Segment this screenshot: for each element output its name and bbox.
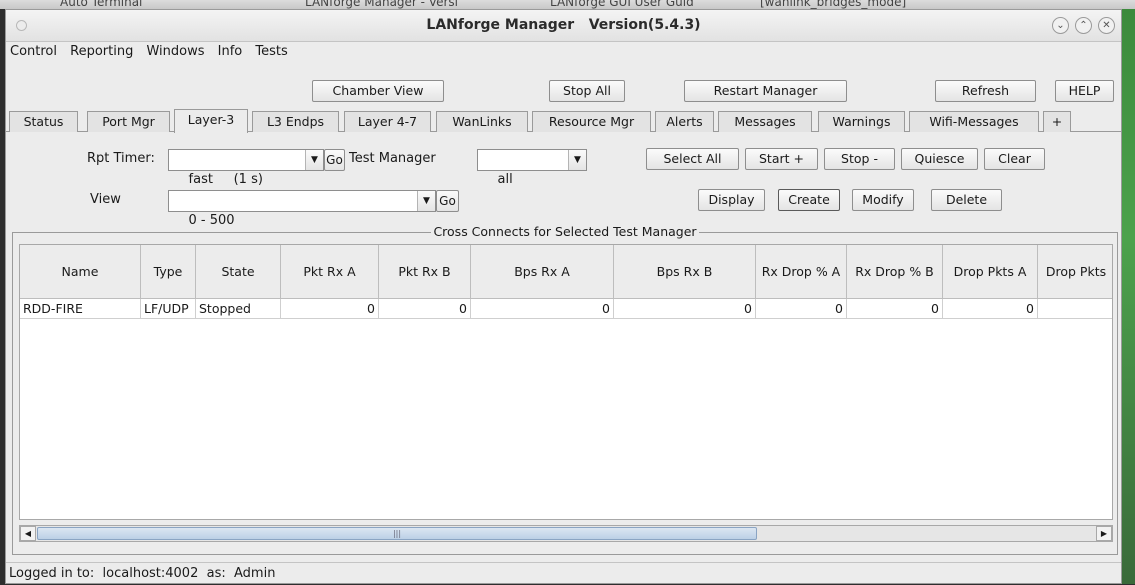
scrollbar-thumb[interactable]: ||| xyxy=(37,527,757,540)
status-bar: Logged in to: localhost:4002 as: Admin xyxy=(6,562,1121,584)
column-header-drop-pkts[interactable]: Drop Pkts xyxy=(1038,245,1112,299)
menu-info[interactable]: Info xyxy=(218,44,243,59)
help-button[interactable]: HELP xyxy=(1055,80,1114,102)
delete-button[interactable]: Delete xyxy=(931,189,1002,211)
minimize-icon[interactable]: ⌄ xyxy=(1052,17,1069,34)
view-go-button[interactable]: Go xyxy=(436,190,459,212)
cross-connects-table: Name Type State Pkt Rx A Pkt Rx B Bps Rx… xyxy=(19,244,1113,520)
menu-bar: Control Reporting Windows Info Tests xyxy=(6,42,1121,62)
tab-port-mgr[interactable]: Port Mgr xyxy=(87,111,170,132)
column-header-state[interactable]: State xyxy=(196,245,281,299)
taskbar-item-wanlink[interactable]: [wanlink_bridges_mode] xyxy=(760,0,906,9)
close-icon[interactable]: ✕ xyxy=(1098,17,1115,34)
cross-connects-group: Cross Connects for Selected Test Manager… xyxy=(12,224,1118,555)
rpt-timer-go-button[interactable]: Go xyxy=(324,149,345,171)
table-row-rx-drop-b[interactable]: 0 xyxy=(847,299,943,319)
column-header-name[interactable]: Name xyxy=(20,245,141,299)
menu-windows[interactable]: Windows xyxy=(146,44,204,59)
refresh-button[interactable]: Refresh xyxy=(935,80,1036,102)
column-header-bps-rx-b[interactable]: Bps Rx B xyxy=(614,245,756,299)
table-row-drop-pkts[interactable] xyxy=(1038,299,1112,319)
tab-layer-3[interactable]: Layer-3 xyxy=(174,109,248,133)
column-header-bps-rx-a[interactable]: Bps Rx A xyxy=(471,245,614,299)
tab-bar: Status Port Mgr Layer-3 L3 Endps Layer 4… xyxy=(6,109,1121,133)
column-header-rx-drop-a[interactable]: Rx Drop % A xyxy=(756,245,847,299)
chamber-view-button[interactable]: Chamber View xyxy=(312,80,444,102)
quiesce-button[interactable]: Quiesce xyxy=(901,148,978,170)
tab-wanlinks[interactable]: WanLinks xyxy=(436,111,528,132)
table-row-bps-rx-b[interactable]: 0 xyxy=(614,299,756,319)
start-button[interactable]: Start + xyxy=(745,148,818,170)
taskbar-item-terminal[interactable]: Auto Terminal xyxy=(60,0,142,9)
menu-control[interactable]: Control xyxy=(10,44,57,59)
table-row-type[interactable]: LF/UDP xyxy=(141,299,196,319)
tab-messages[interactable]: Messages xyxy=(718,111,812,132)
chevron-down-icon: ▼ xyxy=(568,150,586,170)
clear-button[interactable]: Clear xyxy=(984,148,1045,170)
modify-button[interactable]: Modify xyxy=(852,189,914,211)
display-button[interactable]: Display xyxy=(698,189,765,211)
stop-all-button[interactable]: Stop All xyxy=(549,80,625,102)
horizontal-scrollbar[interactable]: ◀ ||| ▶ xyxy=(19,525,1113,542)
tab-add[interactable]: + xyxy=(1043,111,1071,132)
table-row-rx-drop-a[interactable]: 0 xyxy=(756,299,847,319)
scroll-left-icon[interactable]: ◀ xyxy=(20,526,36,541)
stop-button[interactable]: Stop - xyxy=(824,148,895,170)
restart-manager-button[interactable]: Restart Manager xyxy=(684,80,847,102)
rpt-timer-value: fast (1 s) xyxy=(188,172,263,187)
group-title: Cross Connects for Selected Test Manager xyxy=(431,224,699,239)
table-row-pkt-rx-a[interactable]: 0 xyxy=(281,299,379,319)
desktop-taskbar: Auto Terminal LANforge Manager - Versi L… xyxy=(0,0,1135,9)
lanforge-manager-window: LANforge Manager Version(5.4.3) ⌄ ⌃ ✕ Co… xyxy=(5,9,1122,584)
rpt-timer-label: Rpt Timer: xyxy=(87,151,155,166)
taskbar-item-lanforge-manager[interactable]: LANforge Manager - Versi xyxy=(305,0,458,9)
tab-warnings[interactable]: Warnings xyxy=(818,111,905,132)
column-header-rx-drop-b[interactable]: Rx Drop % B xyxy=(847,245,943,299)
menu-reporting[interactable]: Reporting xyxy=(70,44,133,59)
menu-tests[interactable]: Tests xyxy=(255,44,287,59)
tab-status[interactable]: Status xyxy=(9,111,78,132)
tab-layer-4-7[interactable]: Layer 4-7 xyxy=(344,111,431,132)
title-bar[interactable]: LANforge Manager Version(5.4.3) ⌄ ⌃ ✕ xyxy=(6,10,1121,42)
desktop-background xyxy=(1122,9,1135,584)
table-row-bps-rx-a[interactable]: 0 xyxy=(471,299,614,319)
taskbar-item-user-guide[interactable]: LANforge GUI User Guid xyxy=(550,0,694,9)
tab-alerts[interactable]: Alerts xyxy=(655,111,714,132)
rpt-timer-select[interactable]: fast (1 s) ▼ xyxy=(168,149,324,187)
scroll-right-icon[interactable]: ▶ xyxy=(1096,526,1112,541)
test-manager-value: all xyxy=(497,172,513,187)
login-status: Logged in to: localhost:4002 as: Admin xyxy=(9,566,276,581)
chevron-down-icon: ▼ xyxy=(305,150,323,170)
select-all-button[interactable]: Select All xyxy=(646,148,739,170)
view-select[interactable]: 0 - 500 ▼ xyxy=(168,190,436,228)
test-manager-label: Test Manager xyxy=(349,151,436,166)
column-header-drop-pkts-a[interactable]: Drop Pkts A xyxy=(943,245,1038,299)
chevron-down-icon: ▼ xyxy=(417,191,435,211)
column-header-pkt-rx-a[interactable]: Pkt Rx A xyxy=(281,245,379,299)
tab-l3-endps[interactable]: L3 Endps xyxy=(252,111,339,132)
table-row-state[interactable]: Stopped xyxy=(196,299,281,319)
table-row-pkt-rx-b[interactable]: 0 xyxy=(379,299,471,319)
view-label: View xyxy=(90,192,121,207)
create-button[interactable]: Create xyxy=(778,189,840,211)
table-row-name[interactable]: RDD-FIRE xyxy=(20,299,141,319)
maximize-icon[interactable]: ⌃ xyxy=(1075,17,1092,34)
table-row-drop-pkts-a[interactable]: 0 xyxy=(943,299,1038,319)
window-title: LANforge Manager Version(5.4.3) xyxy=(426,17,701,33)
column-header-pkt-rx-b[interactable]: Pkt Rx B xyxy=(379,245,471,299)
tab-resource-mgr[interactable]: Resource Mgr xyxy=(532,111,651,132)
tab-wifi-messages[interactable]: Wifi-Messages xyxy=(909,111,1039,132)
test-manager-select[interactable]: all ▼ xyxy=(477,149,587,187)
column-header-type[interactable]: Type xyxy=(141,245,196,299)
